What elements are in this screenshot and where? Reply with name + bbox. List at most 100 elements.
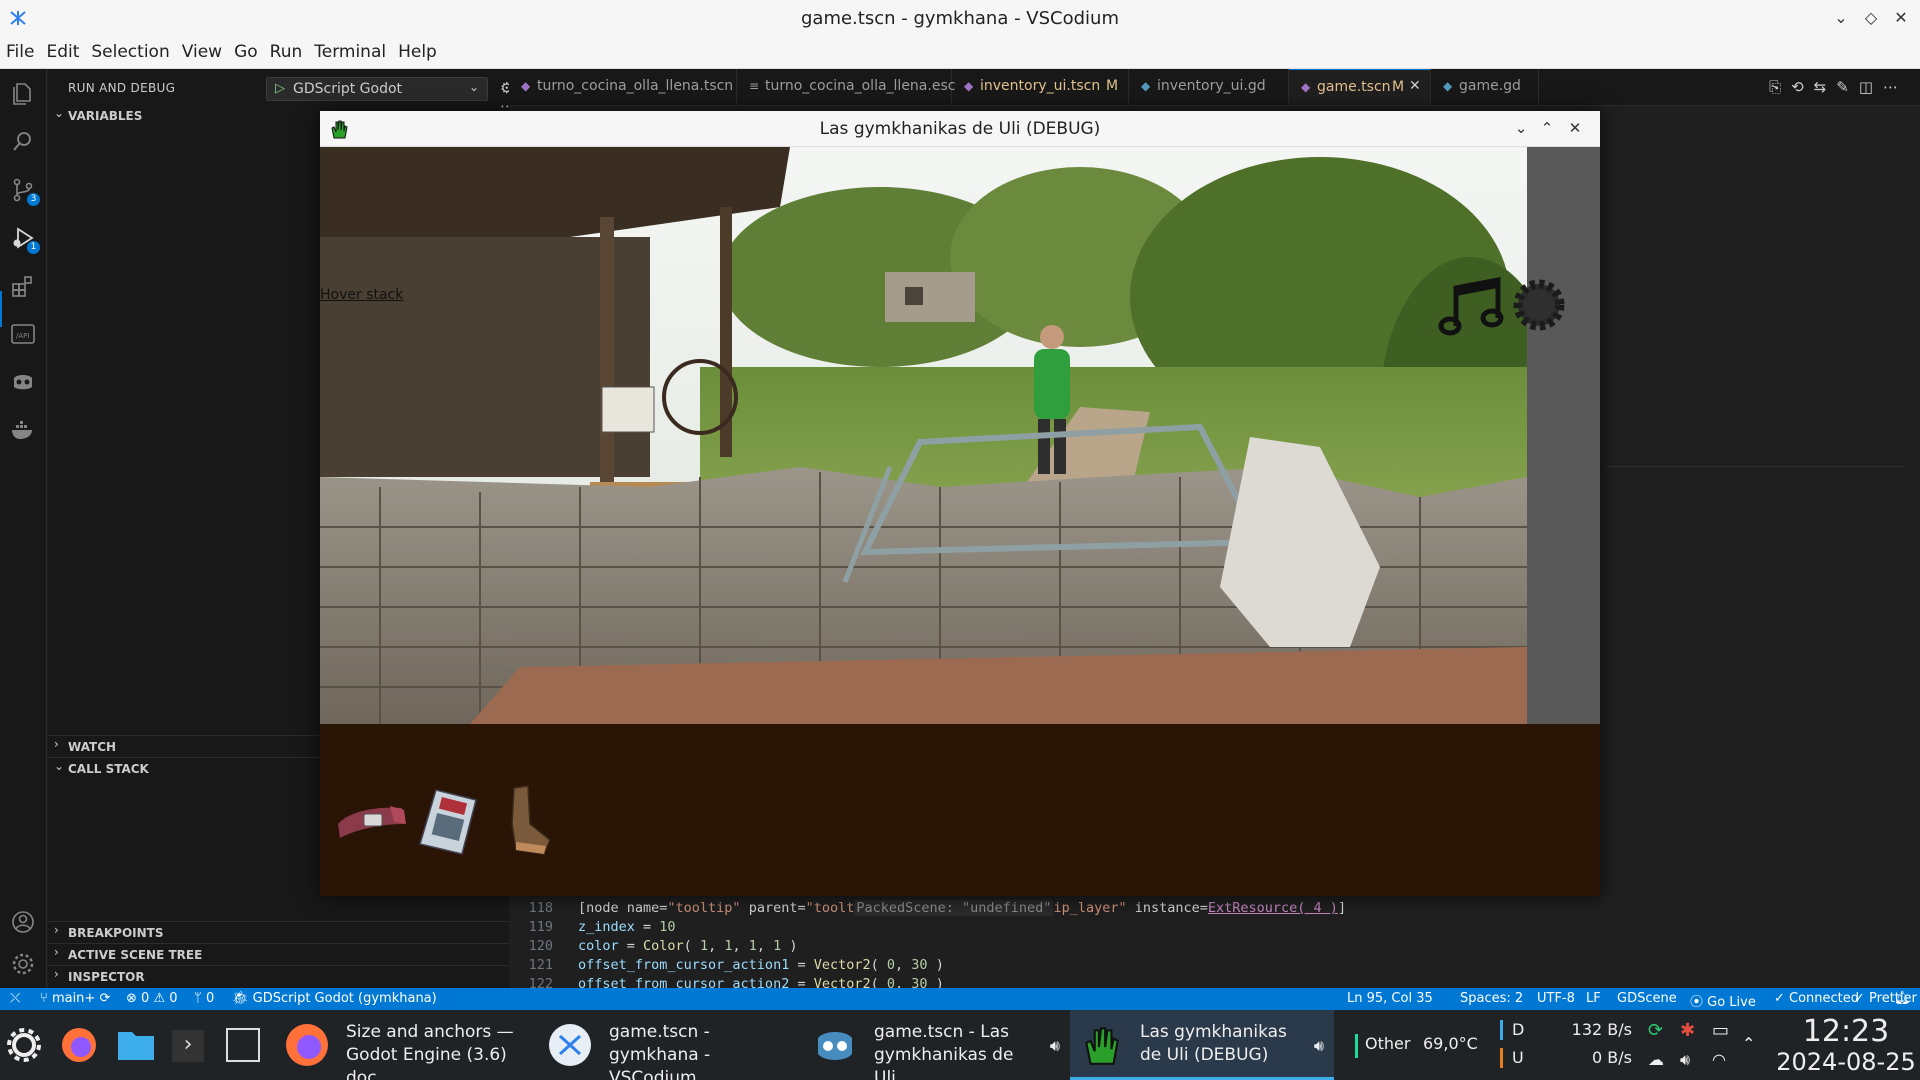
explorer-icon[interactable] xyxy=(10,81,36,107)
manage-gear-icon[interactable] xyxy=(10,951,36,977)
firefox-icon xyxy=(286,1024,328,1066)
magazine-item[interactable] xyxy=(410,784,486,860)
remote-icon[interactable]: ⤬ xyxy=(10,991,20,1006)
scene-icon: ◆ xyxy=(521,79,531,93)
vscodium-icon xyxy=(549,1024,591,1066)
clock-time: 12:23 xyxy=(1802,1014,1890,1049)
debug-session-status[interactable]: 🐞︎ GDScript Godot (gymkhana) xyxy=(232,991,437,1006)
tab-label: turno_cocina_olla_llena.esc xyxy=(765,78,956,94)
inventory-bar xyxy=(320,724,1600,896)
tab-label: game.tscn xyxy=(1317,79,1391,95)
system-monitor[interactable]: Other 69,0°C xyxy=(1355,1010,1520,1080)
problems-status[interactable]: ⊗ 0 ⚠ 0 xyxy=(126,991,178,1006)
extensions-icon[interactable] xyxy=(10,273,36,299)
task-godot-editor[interactable]: game.tscn - Las gymkhanikas de Uli... 🔊︎ xyxy=(804,1010,1070,1080)
maximize-button[interactable]: ⌃ xyxy=(1536,117,1558,139)
language-mode[interactable]: GDScene xyxy=(1617,991,1677,1006)
debug-config-select[interactable]: ▷ GDScript Godot ⌄ xyxy=(266,77,488,101)
tab-game-tscn[interactable]: ◆ game.tscn M ✕ xyxy=(1289,69,1431,105)
error-count: 0 xyxy=(141,991,150,1006)
tab-inventory-ui-gd[interactable]: ◆ inventory_ui.gd xyxy=(1129,69,1289,105)
task-game-debug[interactable]: Las gymkhanikas de Uli (DEBUG) 🔊︎ xyxy=(1070,1010,1334,1080)
source-control-icon[interactable]: 3 xyxy=(10,177,40,206)
music-icon[interactable] xyxy=(1438,274,1506,336)
svg-text:/API: /API xyxy=(16,332,29,340)
indentation[interactable]: Spaces: 2 xyxy=(1460,991,1523,1006)
close-tab-icon[interactable]: ✕ xyxy=(1409,78,1421,94)
section-inspector[interactable]: › INSPECTOR xyxy=(48,965,509,987)
clock[interactable]: 12:23 2024-08-25 xyxy=(1772,1014,1920,1077)
menu-run[interactable]: Run xyxy=(264,37,309,62)
scene-icon: ◆ xyxy=(964,79,974,93)
editor-actions[interactable]: ⎘⟲⇆✎◫⋯ xyxy=(1769,78,1908,96)
account-icon[interactable] xyxy=(10,909,36,935)
audio-playing-icon[interactable]: 🔊︎ xyxy=(1050,1036,1060,1056)
tab-inventory-ui-tscn[interactable]: ◆ inventory_ui.tscn M xyxy=(952,69,1129,105)
close-button[interactable]: ✕ xyxy=(1890,7,1912,29)
audio-playing-icon[interactable]: 🔊︎ xyxy=(1314,1036,1324,1056)
section-breakpoints[interactable]: › BREAKPOINTS xyxy=(48,921,509,943)
docker-icon[interactable] xyxy=(10,417,36,443)
minimize-button[interactable]: ⌄ xyxy=(1830,7,1852,29)
menu-help[interactable]: Help xyxy=(392,37,443,62)
task-label: game.tscn - gymkhana - VSCodium xyxy=(609,1022,711,1080)
window-title: game.tscn - gymkhana - VSCodium xyxy=(800,8,1119,29)
cursor-position[interactable]: Ln 95, Col 35 xyxy=(1347,991,1433,1006)
download-rate: 132 B/s xyxy=(1571,1020,1632,1039)
connected-status[interactable]: ✓ Connected xyxy=(1774,991,1859,1006)
network-monitor[interactable]: D 132 B/s U 0 B/s xyxy=(1500,1010,1640,1080)
belt-item[interactable] xyxy=(334,784,410,860)
hover-stack-label: Hover stack xyxy=(320,287,404,303)
task-vscodium[interactable]: game.tscn - gymkhana - VSCodium xyxy=(539,1010,804,1080)
file-manager-icon[interactable] xyxy=(116,1028,156,1062)
redshift-icon[interactable]: ✱ xyxy=(1680,1020,1695,1041)
app-launcher-icon[interactable] xyxy=(6,1027,42,1063)
godot-icon[interactable] xyxy=(10,369,36,395)
run-debug-icon[interactable]: 1 xyxy=(10,225,40,254)
go-live-status[interactable]: ⦿ Go Live xyxy=(1690,991,1756,1010)
firefox-icon[interactable] xyxy=(60,1026,98,1064)
game-hand-icon xyxy=(1085,1027,1119,1065)
menu-view[interactable]: View xyxy=(176,37,228,62)
api-icon[interactable]: /API xyxy=(10,321,36,347)
menu-edit[interactable]: Edit xyxy=(40,37,85,62)
branch-status[interactable]: ⑂ main+ ⟳ xyxy=(40,991,110,1006)
maximize-button[interactable]: ◇ xyxy=(1860,7,1882,29)
menu-file[interactable]: File xyxy=(0,37,40,62)
wifi-icon[interactable]: ◠ xyxy=(1712,1050,1726,1069)
show-desktop-icon[interactable] xyxy=(226,1028,260,1062)
menu-go[interactable]: Go xyxy=(228,37,264,62)
menu-terminal[interactable]: Terminal xyxy=(308,37,392,62)
gear-icon[interactable] xyxy=(1510,276,1568,334)
sync-icon[interactable]: ⟳ xyxy=(1648,1020,1663,1041)
status-bar: ⤬ ⑂ main+ ⟳ ⊗ 0 ⚠ 0 ᛘ 0 🐞︎ GDScript Godo… xyxy=(0,988,1920,1010)
search-icon[interactable] xyxy=(10,129,36,155)
boot-item[interactable] xyxy=(486,784,562,860)
line-text: z_index = 10 xyxy=(578,919,676,935)
modified-mark: M xyxy=(1392,79,1405,95)
close-button[interactable]: ✕ xyxy=(1564,117,1586,139)
tab-turno-cocina-tscn[interactable]: ◆ turno_cocina_olla_llena.tscn xyxy=(509,69,737,105)
line-number: 120 xyxy=(528,938,553,954)
menu-selection[interactable]: Selection xyxy=(85,37,175,62)
section-watch-label: WATCH xyxy=(68,740,117,754)
end-of-line[interactable]: LF xyxy=(1586,991,1601,1006)
volume-icon[interactable]: 🔊︎ xyxy=(1680,1050,1690,1070)
task-godot-docs[interactable]: Size and anchors — Godot Engine (3.6) do… xyxy=(276,1010,539,1080)
battery-icon[interactable]: ▭ xyxy=(1712,1020,1729,1041)
game-scene[interactable] xyxy=(320,147,1527,724)
section-active-scene-tree[interactable]: › ACTIVE SCENE TREE xyxy=(48,943,509,965)
tab-turno-cocina-esc[interactable]: ≡ turno_cocina_olla_llena.esc xyxy=(737,69,956,105)
notifications-icon[interactable]: 🔔︎ xyxy=(1894,991,1911,1006)
encoding[interactable]: UTF-8 xyxy=(1537,991,1575,1006)
minimize-button[interactable]: ⌄ xyxy=(1510,117,1532,139)
tray-expand-icon[interactable]: ⌃ xyxy=(1742,1034,1755,1053)
terminal-icon[interactable]: › xyxy=(172,1030,204,1062)
chevron-down-icon: ⌄ xyxy=(468,80,479,94)
cloud-icon[interactable]: ☁ xyxy=(1648,1050,1664,1069)
start-debug-icon[interactable]: ▷ xyxy=(275,81,285,96)
ports-status[interactable]: ᛘ 0 xyxy=(194,991,214,1006)
tab-label: inventory_ui.gd xyxy=(1157,78,1266,94)
connected-label: Connected xyxy=(1789,991,1860,1006)
tab-game-gd[interactable]: ◆ game.gd xyxy=(1431,69,1539,105)
